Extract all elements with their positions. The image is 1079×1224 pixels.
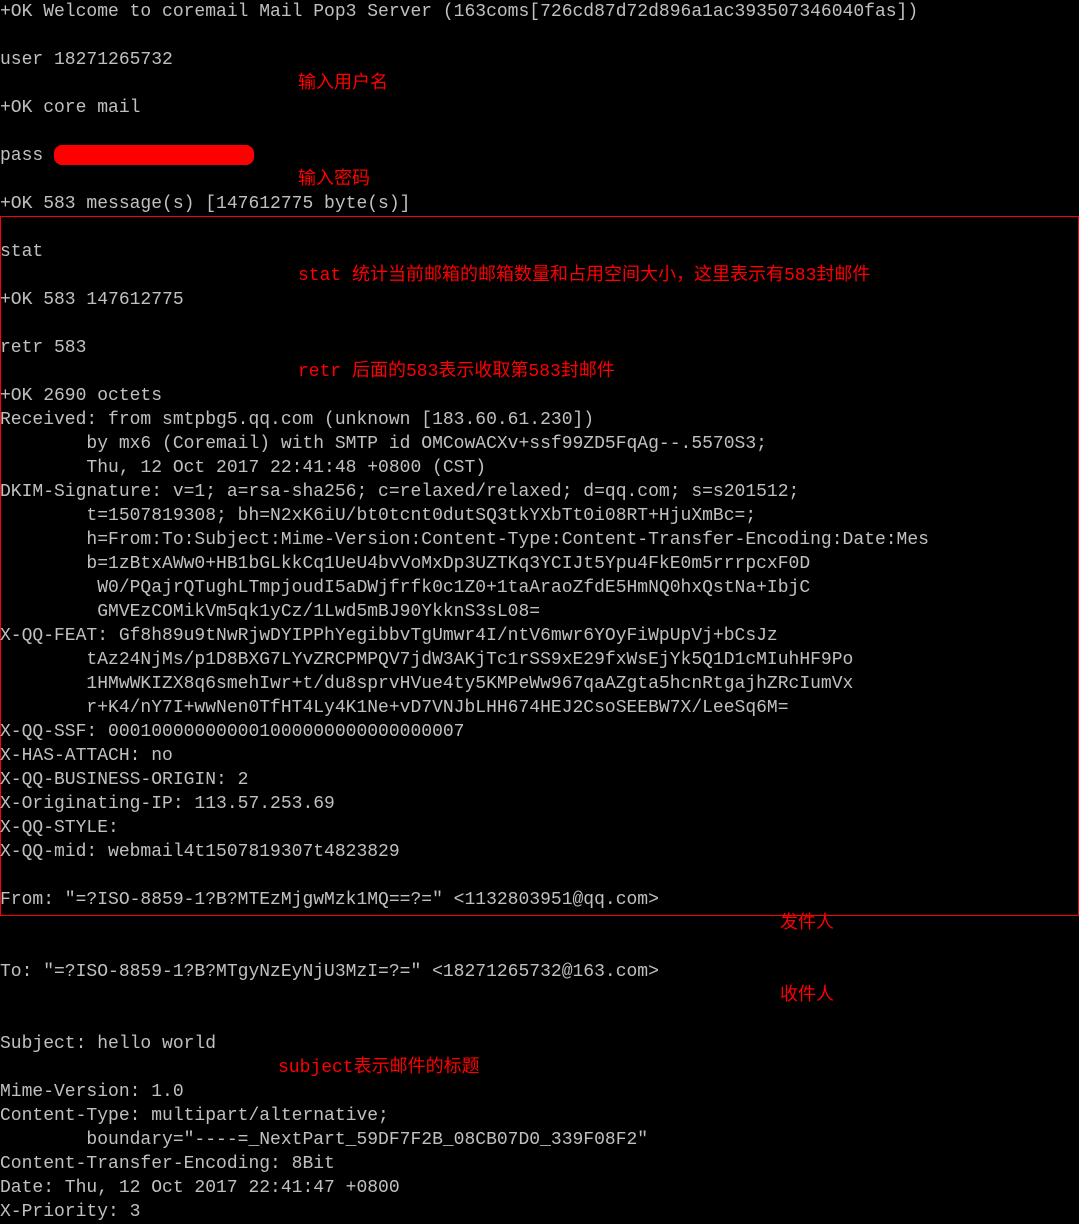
password-redaction bbox=[54, 145, 254, 165]
to-header: To: "=?ISO-8859-1?B?MTgyNzEyNjU3MzI=?=" … bbox=[0, 962, 659, 982]
xqqfeat-line-3: 1HMwWKIZX8q6smehIwr+t/du8sprvHVue4ty5KMP… bbox=[0, 672, 1079, 696]
contenttype-line: Content-Type: multipart/alternative; bbox=[0, 1104, 1079, 1128]
received-line-2: by mx6 (Coremail) with SMTP id OMCowACXv… bbox=[0, 432, 1079, 456]
boundary-line: boundary="----=_NextPart_59DF7F2B_08CB07… bbox=[0, 1128, 1079, 1152]
dkim-line-6: GMVEzCOMikVm5qk1yCz/1Lwd5mBJ90YkknS3sL08… bbox=[0, 600, 1079, 624]
msg-count-line: +OK 583 message(s) [147612775 byte(s)] bbox=[0, 192, 1079, 216]
pass-cmd: pass bbox=[0, 146, 54, 166]
stat-annotation: stat 统计当前邮箱的邮箱数量和占用空间大小，这里表示有583封邮件 bbox=[298, 264, 870, 288]
user-cmd-line: user 18271265732 输入用户名 bbox=[0, 24, 1079, 96]
retr-annotation: retr 后面的583表示收取第583封邮件 bbox=[298, 360, 615, 384]
xqqssf-line: X-QQ-SSF: 000100000000001000000000000000… bbox=[0, 720, 1079, 744]
subject-annotation: subject表示邮件的标题 bbox=[278, 1056, 480, 1080]
received-line-3: Thu, 12 Oct 2017 22:41:48 +0800 (CST) bbox=[0, 456, 1079, 480]
xhasattach-line: X-HAS-ATTACH: no bbox=[0, 744, 1079, 768]
xqqfeat-line-2: tAz24NjMs/p1D8BXG7LYvZRCPMPQV7jdW3AKjTc1… bbox=[0, 648, 1079, 672]
xpriority-line: X-Priority: 3 bbox=[0, 1200, 1079, 1224]
terminal-output[interactable]: +OK Welcome to coremail Mail Pop3 Server… bbox=[0, 0, 1079, 916]
from-line: From: "=?ISO-8859-1?B?MTEzMjgwMzk1MQ==?=… bbox=[0, 864, 1079, 936]
to-annotation: 收件人 bbox=[780, 984, 834, 1008]
date-line: Date: Thu, 12 Oct 2017 22:41:47 +0800 bbox=[0, 1176, 1079, 1200]
received-line-1: Received: from smtpbg5.qq.com (unknown [… bbox=[0, 408, 1079, 432]
mime-line: Mime-Version: 1.0 bbox=[0, 1080, 1079, 1104]
xqqstyle-line: X-QQ-STYLE: bbox=[0, 816, 1079, 840]
user-cmd: user 18271265732 bbox=[0, 50, 173, 70]
stat-cmd: stat bbox=[0, 242, 43, 262]
welcome-line: +OK Welcome to coremail Mail Pop3 Server… bbox=[0, 0, 1079, 24]
subject-header: Subject: hello world bbox=[0, 1034, 216, 1054]
subject-line: Subject: hello world subject表示邮件的标题 bbox=[0, 1008, 1079, 1080]
user-response-line: +OK core mail bbox=[0, 96, 1079, 120]
dkim-line-2: t=1507819308; bh=N2xK6iU/bt0tcnt0dutSQ3t… bbox=[0, 504, 1079, 528]
from-header: From: "=?ISO-8859-1?B?MTEzMjgwMzk1MQ==?=… bbox=[0, 890, 659, 910]
dkim-line-3: h=From:To:Subject:Mime-Version:Content-T… bbox=[0, 528, 1079, 552]
to-line: To: "=?ISO-8859-1?B?MTgyNzEyNjU3MzI=?=" … bbox=[0, 936, 1079, 1008]
stat-response-line: +OK 583 147612775 bbox=[0, 288, 1079, 312]
retr-cmd: retr 583 bbox=[0, 338, 86, 358]
dkim-line-5: W0/PQajrQTughLTmpjoudI5aDWjfrfk0c1Z0+1ta… bbox=[0, 576, 1079, 600]
xoriginip-line: X-Originating-IP: 113.57.253.69 bbox=[0, 792, 1079, 816]
user-annotation: 输入用户名 bbox=[298, 72, 388, 96]
pass-cmd-line: pass 输入密码 bbox=[0, 120, 1079, 192]
pass-annotation: 输入密码 bbox=[298, 168, 370, 192]
xqqfeat-line-1: X-QQ-FEAT: Gf8h89u9tNwRjwDYIPPhYegibbvTg… bbox=[0, 624, 1079, 648]
retr-response-line: +OK 2690 octets bbox=[0, 384, 1079, 408]
dkim-line-4: b=1zBtxAWw0+HB1bGLkkCq1UeU4bvVoMxDp3UZTK… bbox=[0, 552, 1079, 576]
xqqfeat-line-4: r+K4/nY7I+wwNen0TfHT4Ly4K1Ne+vD7VNJbLHH6… bbox=[0, 696, 1079, 720]
stat-cmd-line: stat stat 统计当前邮箱的邮箱数量和占用空间大小，这里表示有583封邮件 bbox=[0, 216, 1079, 288]
xqqbusiness-line: X-QQ-BUSINESS-ORIGIN: 2 bbox=[0, 768, 1079, 792]
retr-cmd-line: retr 583 retr 后面的583表示收取第583封邮件 bbox=[0, 312, 1079, 384]
dkim-line-1: DKIM-Signature: v=1; a=rsa-sha256; c=rel… bbox=[0, 480, 1079, 504]
xqqmid-line: X-QQ-mid: webmail4t1507819307t4823829 bbox=[0, 840, 1079, 864]
cte-line: Content-Transfer-Encoding: 8Bit bbox=[0, 1152, 1079, 1176]
